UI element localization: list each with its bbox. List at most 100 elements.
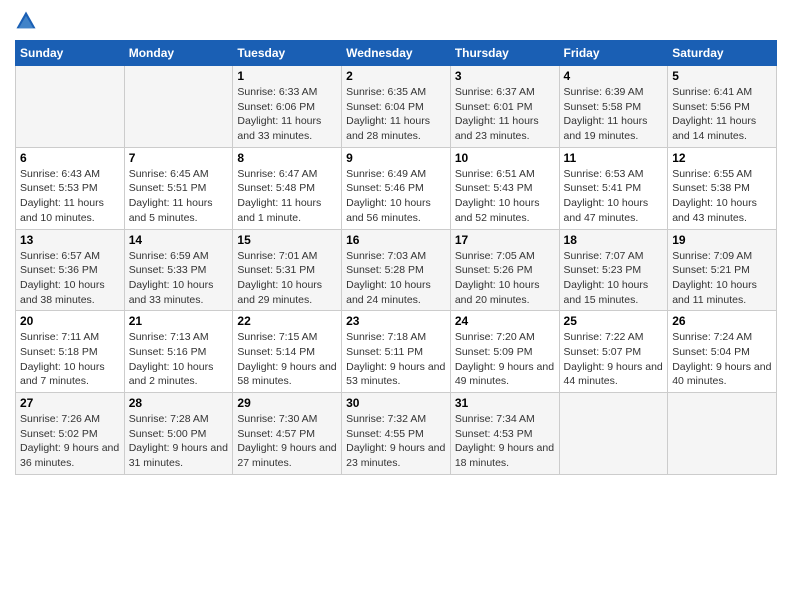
- calendar-cell: [16, 66, 125, 148]
- day-info: Sunrise: 6:47 AM Sunset: 5:48 PM Dayligh…: [237, 167, 337, 226]
- day-info: Sunrise: 7:03 AM Sunset: 5:28 PM Dayligh…: [346, 249, 446, 308]
- calendar-cell: 8 Sunrise: 6:47 AM Sunset: 5:48 PM Daylig…: [233, 147, 342, 229]
- calendar-cell: 5 Sunrise: 6:41 AM Sunset: 5:56 PM Daylig…: [668, 66, 777, 148]
- day-number: 3: [455, 69, 555, 83]
- day-number: 28: [129, 396, 229, 410]
- day-info: Sunrise: 7:30 AM Sunset: 4:57 PM Dayligh…: [237, 412, 337, 471]
- day-info: Sunrise: 6:43 AM Sunset: 5:53 PM Dayligh…: [20, 167, 120, 226]
- weekday-header-cell: Monday: [124, 41, 233, 66]
- weekday-header-cell: Friday: [559, 41, 668, 66]
- calendar-week-row: 20 Sunrise: 7:11 AM Sunset: 5:18 PM Dayli…: [16, 311, 777, 393]
- calendar-cell: 16 Sunrise: 7:03 AM Sunset: 5:28 PM Dayli…: [342, 229, 451, 311]
- calendar-cell: 9 Sunrise: 6:49 AM Sunset: 5:46 PM Daylig…: [342, 147, 451, 229]
- calendar-cell: 31Sunrise: 7:34 AM Sunset: 4:53 PM Dayli…: [450, 393, 559, 475]
- day-info: Sunrise: 6:55 AM Sunset: 5:38 PM Dayligh…: [672, 167, 772, 226]
- day-number: 26: [672, 314, 772, 328]
- calendar-cell: 4 Sunrise: 6:39 AM Sunset: 5:58 PM Daylig…: [559, 66, 668, 148]
- day-number: 5: [672, 69, 772, 83]
- calendar-cell: 27Sunrise: 7:26 AM Sunset: 5:02 PM Dayli…: [16, 393, 125, 475]
- calendar-cell: 1Sunrise: 6:33 AM Sunset: 6:06 PM Daylig…: [233, 66, 342, 148]
- day-info: Sunrise: 7:24 AM Sunset: 5:04 PM Dayligh…: [672, 330, 772, 389]
- calendar-week-row: 6 Sunrise: 6:43 AM Sunset: 5:53 PM Daylig…: [16, 147, 777, 229]
- calendar-cell: 21 Sunrise: 7:13 AM Sunset: 5:16 PM Dayli…: [124, 311, 233, 393]
- day-info: Sunrise: 6:37 AM Sunset: 6:01 PM Dayligh…: [455, 85, 555, 144]
- calendar-cell: 12 Sunrise: 6:55 AM Sunset: 5:38 PM Dayli…: [668, 147, 777, 229]
- calendar-cell: 23Sunrise: 7:18 AM Sunset: 5:11 PM Dayli…: [342, 311, 451, 393]
- day-info: Sunrise: 7:07 AM Sunset: 5:23 PM Dayligh…: [564, 249, 664, 308]
- day-info: Sunrise: 6:49 AM Sunset: 5:46 PM Dayligh…: [346, 167, 446, 226]
- calendar-cell: 3 Sunrise: 6:37 AM Sunset: 6:01 PM Daylig…: [450, 66, 559, 148]
- calendar-cell: [124, 66, 233, 148]
- day-number: 4: [564, 69, 664, 83]
- day-number: 16: [346, 233, 446, 247]
- day-number: 15: [237, 233, 337, 247]
- calendar-cell: 19Sunrise: 7:09 AM Sunset: 5:21 PM Dayli…: [668, 229, 777, 311]
- day-info: Sunrise: 6:51 AM Sunset: 5:43 PM Dayligh…: [455, 167, 555, 226]
- calendar-cell: [559, 393, 668, 475]
- day-info: Sunrise: 6:39 AM Sunset: 5:58 PM Dayligh…: [564, 85, 664, 144]
- calendar-cell: [668, 393, 777, 475]
- calendar-body: 1Sunrise: 6:33 AM Sunset: 6:06 PM Daylig…: [16, 66, 777, 475]
- logo-icon: [15, 10, 37, 32]
- calendar-week-row: 13Sunrise: 6:57 AM Sunset: 5:36 PM Dayli…: [16, 229, 777, 311]
- day-info: Sunrise: 6:41 AM Sunset: 5:56 PM Dayligh…: [672, 85, 772, 144]
- day-number: 14: [129, 233, 229, 247]
- day-number: 8: [237, 151, 337, 165]
- logo: [15, 10, 41, 32]
- day-info: Sunrise: 7:26 AM Sunset: 5:02 PM Dayligh…: [20, 412, 120, 471]
- day-number: 9: [346, 151, 446, 165]
- calendar-cell: 2Sunrise: 6:35 AM Sunset: 6:04 PM Daylig…: [342, 66, 451, 148]
- day-info: Sunrise: 7:34 AM Sunset: 4:53 PM Dayligh…: [455, 412, 555, 471]
- calendar-cell: 17 Sunrise: 7:05 AM Sunset: 5:26 PM Dayli…: [450, 229, 559, 311]
- calendar-cell: 15 Sunrise: 7:01 AM Sunset: 5:31 PM Dayli…: [233, 229, 342, 311]
- day-info: Sunrise: 7:05 AM Sunset: 5:26 PM Dayligh…: [455, 249, 555, 308]
- day-info: Sunrise: 7:28 AM Sunset: 5:00 PM Dayligh…: [129, 412, 229, 471]
- calendar-cell: 18Sunrise: 7:07 AM Sunset: 5:23 PM Dayli…: [559, 229, 668, 311]
- calendar-cell: 30Sunrise: 7:32 AM Sunset: 4:55 PM Dayli…: [342, 393, 451, 475]
- day-number: 12: [672, 151, 772, 165]
- page-container: SundayMondayTuesdayWednesdayThursdayFrid…: [0, 0, 792, 485]
- day-number: 30: [346, 396, 446, 410]
- day-number: 17: [455, 233, 555, 247]
- day-number: 7: [129, 151, 229, 165]
- day-number: 6: [20, 151, 120, 165]
- day-number: 13: [20, 233, 120, 247]
- calendar-cell: 11 Sunrise: 6:53 AM Sunset: 5:41 PM Dayli…: [559, 147, 668, 229]
- day-info: Sunrise: 6:59 AM Sunset: 5:33 PM Dayligh…: [129, 249, 229, 308]
- day-number: 20: [20, 314, 120, 328]
- calendar-cell: 25Sunrise: 7:22 AM Sunset: 5:07 PM Dayli…: [559, 311, 668, 393]
- calendar-cell: 29 Sunrise: 7:30 AM Sunset: 4:57 PM Dayli…: [233, 393, 342, 475]
- day-info: Sunrise: 6:45 AM Sunset: 5:51 PM Dayligh…: [129, 167, 229, 226]
- day-number: 29: [237, 396, 337, 410]
- day-info: Sunrise: 7:01 AM Sunset: 5:31 PM Dayligh…: [237, 249, 337, 308]
- day-number: 21: [129, 314, 229, 328]
- calendar-cell: 22 Sunrise: 7:15 AM Sunset: 5:14 PM Dayli…: [233, 311, 342, 393]
- day-number: 23: [346, 314, 446, 328]
- weekday-header-cell: Saturday: [668, 41, 777, 66]
- calendar-cell: 7 Sunrise: 6:45 AM Sunset: 5:51 PM Daylig…: [124, 147, 233, 229]
- day-info: Sunrise: 7:20 AM Sunset: 5:09 PM Dayligh…: [455, 330, 555, 389]
- day-info: Sunrise: 6:53 AM Sunset: 5:41 PM Dayligh…: [564, 167, 664, 226]
- calendar-week-row: 27Sunrise: 7:26 AM Sunset: 5:02 PM Dayli…: [16, 393, 777, 475]
- day-number: 2: [346, 69, 446, 83]
- weekday-header-cell: Wednesday: [342, 41, 451, 66]
- header: [15, 10, 777, 32]
- calendar-cell: 24 Sunrise: 7:20 AM Sunset: 5:09 PM Dayli…: [450, 311, 559, 393]
- calendar-cell: 14 Sunrise: 6:59 AM Sunset: 5:33 PM Dayli…: [124, 229, 233, 311]
- day-number: 22: [237, 314, 337, 328]
- day-info: Sunrise: 7:22 AM Sunset: 5:07 PM Dayligh…: [564, 330, 664, 389]
- day-info: Sunrise: 7:15 AM Sunset: 5:14 PM Dayligh…: [237, 330, 337, 389]
- day-info: Sunrise: 7:11 AM Sunset: 5:18 PM Dayligh…: [20, 330, 120, 389]
- day-info: Sunrise: 6:33 AM Sunset: 6:06 PM Dayligh…: [237, 85, 337, 144]
- weekday-header-cell: Sunday: [16, 41, 125, 66]
- calendar-cell: 6 Sunrise: 6:43 AM Sunset: 5:53 PM Daylig…: [16, 147, 125, 229]
- day-number: 24: [455, 314, 555, 328]
- day-info: Sunrise: 7:13 AM Sunset: 5:16 PM Dayligh…: [129, 330, 229, 389]
- calendar-cell: 10Sunrise: 6:51 AM Sunset: 5:43 PM Dayli…: [450, 147, 559, 229]
- calendar-table: SundayMondayTuesdayWednesdayThursdayFrid…: [15, 40, 777, 475]
- day-number: 11: [564, 151, 664, 165]
- calendar-cell: 20 Sunrise: 7:11 AM Sunset: 5:18 PM Dayli…: [16, 311, 125, 393]
- calendar-cell: 28 Sunrise: 7:28 AM Sunset: 5:00 PM Dayli…: [124, 393, 233, 475]
- weekday-header-cell: Thursday: [450, 41, 559, 66]
- weekday-header-row: SundayMondayTuesdayWednesdayThursdayFrid…: [16, 41, 777, 66]
